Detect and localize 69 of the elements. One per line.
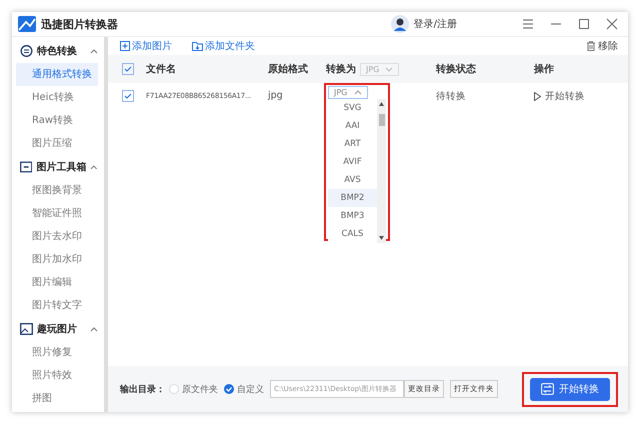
format-option[interactable]: SVG — [328, 99, 377, 117]
chevron-icon[interactable] — [90, 164, 98, 170]
login-link[interactable]: 登录/注册 — [414, 17, 457, 31]
radio-button[interactable] — [224, 384, 234, 394]
folder-icon — [192, 41, 203, 51]
chevron-up-icon — [354, 90, 362, 95]
sidebar-item[interactable]: 照片修复 — [16, 341, 98, 364]
format-option[interactable]: CALS — [328, 225, 377, 243]
select-all-checkbox[interactable] — [122, 63, 134, 75]
sidebar-item[interactable]: 图片转文字 — [16, 294, 98, 317]
check-icon — [124, 92, 132, 100]
status-text: 待转换 — [436, 90, 467, 103]
close-icon[interactable] — [606, 18, 618, 30]
scrollbar[interactable] — [377, 99, 386, 243]
logo-icon — [18, 16, 36, 32]
format-option[interactable]: AVS — [328, 171, 377, 189]
play-icon — [534, 92, 541, 101]
format-option[interactable]: AAI — [328, 117, 377, 135]
remove-button[interactable]: 移除 — [586, 39, 618, 53]
trash-icon — [586, 41, 596, 51]
format-option[interactable]: BMP2 — [328, 189, 377, 207]
image-icon — [20, 323, 33, 335]
format-option[interactable]: BMP3 — [328, 207, 377, 225]
column-header: 转换为 — [326, 62, 356, 76]
sidebar-item[interactable]: 智能证件照 — [16, 202, 98, 225]
output-label: 输出目录： — [120, 383, 165, 396]
sidebar-item[interactable]: 抠图换背景 — [16, 179, 98, 202]
sidebar-item[interactable]: 通用格式转换 — [16, 63, 98, 86]
sidebar-item[interactable]: Raw转换 — [16, 109, 98, 132]
add-image-button[interactable]: 添加图片 — [120, 39, 172, 53]
file-format: jpg — [268, 90, 284, 101]
tool-icon — [20, 161, 32, 173]
menu-icon[interactable] — [522, 18, 534, 30]
sidebar-group-label[interactable]: 特色转换 — [37, 44, 86, 58]
scroll-up-icon[interactable] — [379, 102, 384, 106]
window-title: 迅捷图片转换器 — [41, 16, 118, 32]
format-option[interactable]: ART — [328, 135, 377, 153]
avatar-icon[interactable] — [390, 15, 409, 33]
column-header: 原始格式 — [268, 62, 309, 76]
sidebar-item[interactable]: 照片特效 — [16, 364, 98, 387]
sidebar-item[interactable]: 图片编辑 — [16, 271, 98, 294]
column-header: 文件名 — [146, 62, 177, 76]
sidebar-item[interactable]: 图片去水印 — [16, 225, 98, 248]
add-image-icon — [120, 41, 130, 51]
target-format-select[interactable]: JPG — [328, 86, 368, 99]
sidebar-item[interactable]: 图片加水印 — [16, 248, 98, 271]
column-header: 转换状态 — [436, 62, 477, 76]
sidebar-item[interactable]: 图片压缩 — [16, 132, 98, 155]
add-folder-button[interactable]: 添加文件夹 — [192, 39, 255, 53]
sidebar-group-label[interactable]: 趣玩图片 — [37, 322, 86, 336]
radio-label[interactable]: 原文件夹 — [182, 382, 218, 396]
scrollbar-thumb[interactable] — [378, 114, 384, 126]
maximize-icon[interactable] — [578, 18, 590, 30]
chevron-icon[interactable] — [90, 326, 98, 332]
sidebar-group-label[interactable]: 图片工具箱 — [36, 160, 86, 174]
check-icon — [124, 65, 132, 73]
start-convert-link[interactable]: 开始转换 — [534, 90, 614, 103]
radio-label[interactable]: 自定义 — [237, 382, 264, 396]
chevron-icon[interactable] — [90, 48, 98, 54]
convert-icon — [541, 383, 554, 395]
chevron-down-icon — [385, 66, 394, 72]
format-option[interactable]: AVIF — [328, 153, 377, 171]
check-icon — [225, 385, 233, 393]
row-checkbox[interactable] — [122, 90, 134, 102]
sidebar-item[interactable]: Heic转换 — [16, 86, 98, 109]
sidebar-item[interactable]: 拼图 — [16, 387, 98, 410]
column-header: 操作 — [534, 62, 555, 76]
start-button[interactable]: 开始转换 — [530, 378, 610, 400]
scroll-down-icon[interactable] — [379, 236, 384, 240]
